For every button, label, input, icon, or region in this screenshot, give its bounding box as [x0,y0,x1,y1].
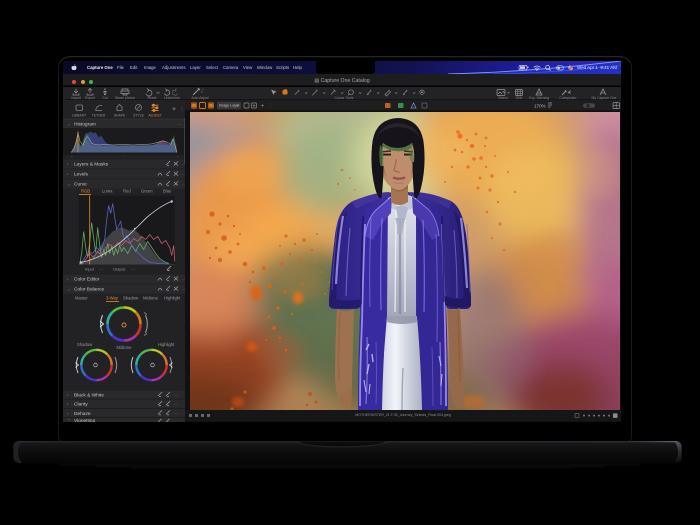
svg-text:+: + [261,104,265,110]
svg-text:⋮: ⋮ [180,107,185,113]
svg-text:SHAPE: SHAPE [114,114,126,118]
svg-text:Midtone: Midtone [143,296,159,301]
svg-text:Black & White: Black & White [74,392,104,398]
svg-text:TETHER: TETHER [92,114,106,118]
svg-text:RGB: RGB [81,189,90,194]
svg-text:Histogram: Histogram [74,122,96,128]
svg-text:Color Editor: Color Editor [74,277,100,283]
svg-text:Clarity: Clarity [74,402,88,408]
svg-text:170%: 170% [534,103,546,108]
svg-text:Shadow: Shadow [77,342,93,347]
svg-text:Dehaze: Dehaze [74,411,91,417]
svg-text:Input: Input [85,267,95,272]
svg-text:⌃: ⌃ [67,418,70,422]
svg-text:3-Way: 3-Way [106,296,119,301]
svg-text:Vignetting: Vignetting [74,418,96,422]
svg-text:⋯: ⋯ [174,411,178,416]
svg-text:⋯: ⋯ [174,393,178,398]
svg-text:Levels: Levels [74,172,88,178]
svg-text:»: » [172,107,176,113]
svg-text:◂: ◂ [71,156,73,159]
svg-text:LIBRARY: LIBRARY [72,114,87,118]
svg-text:⋯: ⋯ [177,122,181,127]
svg-text:Highlight: Highlight [164,296,181,301]
svg-text:⌄: ⌄ [67,287,70,292]
svg-text:Red: Red [123,189,131,194]
svg-text:▵: ▵ [124,156,126,159]
svg-text:Layers & Masks: Layers & Masks [74,162,109,168]
svg-text:Highlight: Highlight [158,342,175,347]
svg-text:⋮: ⋮ [268,103,273,109]
svg-text:—: — [99,267,103,272]
svg-text:Blue: Blue [163,189,172,194]
svg-text:Curve: Curve [74,182,87,188]
svg-text:ADJUST: ADJUST [148,114,161,118]
svg-text:STYLE: STYLE [133,114,144,118]
svg-text:Midtone: Midtone [117,345,133,350]
svg-text:Master: Master [75,296,88,301]
svg-text:Color Balance: Color Balance [74,287,104,293]
svg-text:▸: ▸ [177,156,179,159]
svg-text:Output: Output [113,267,126,272]
svg-text:Shadow: Shadow [123,296,139,301]
svg-text:Luma: Luma [102,189,113,194]
svg-text:—: — [131,267,135,272]
svg-text:⋯: ⋯ [174,402,178,407]
svg-text:⌄: ⌄ [67,122,70,127]
svg-text:⌄: ⌄ [67,182,70,187]
svg-text:Green: Green [141,189,153,194]
